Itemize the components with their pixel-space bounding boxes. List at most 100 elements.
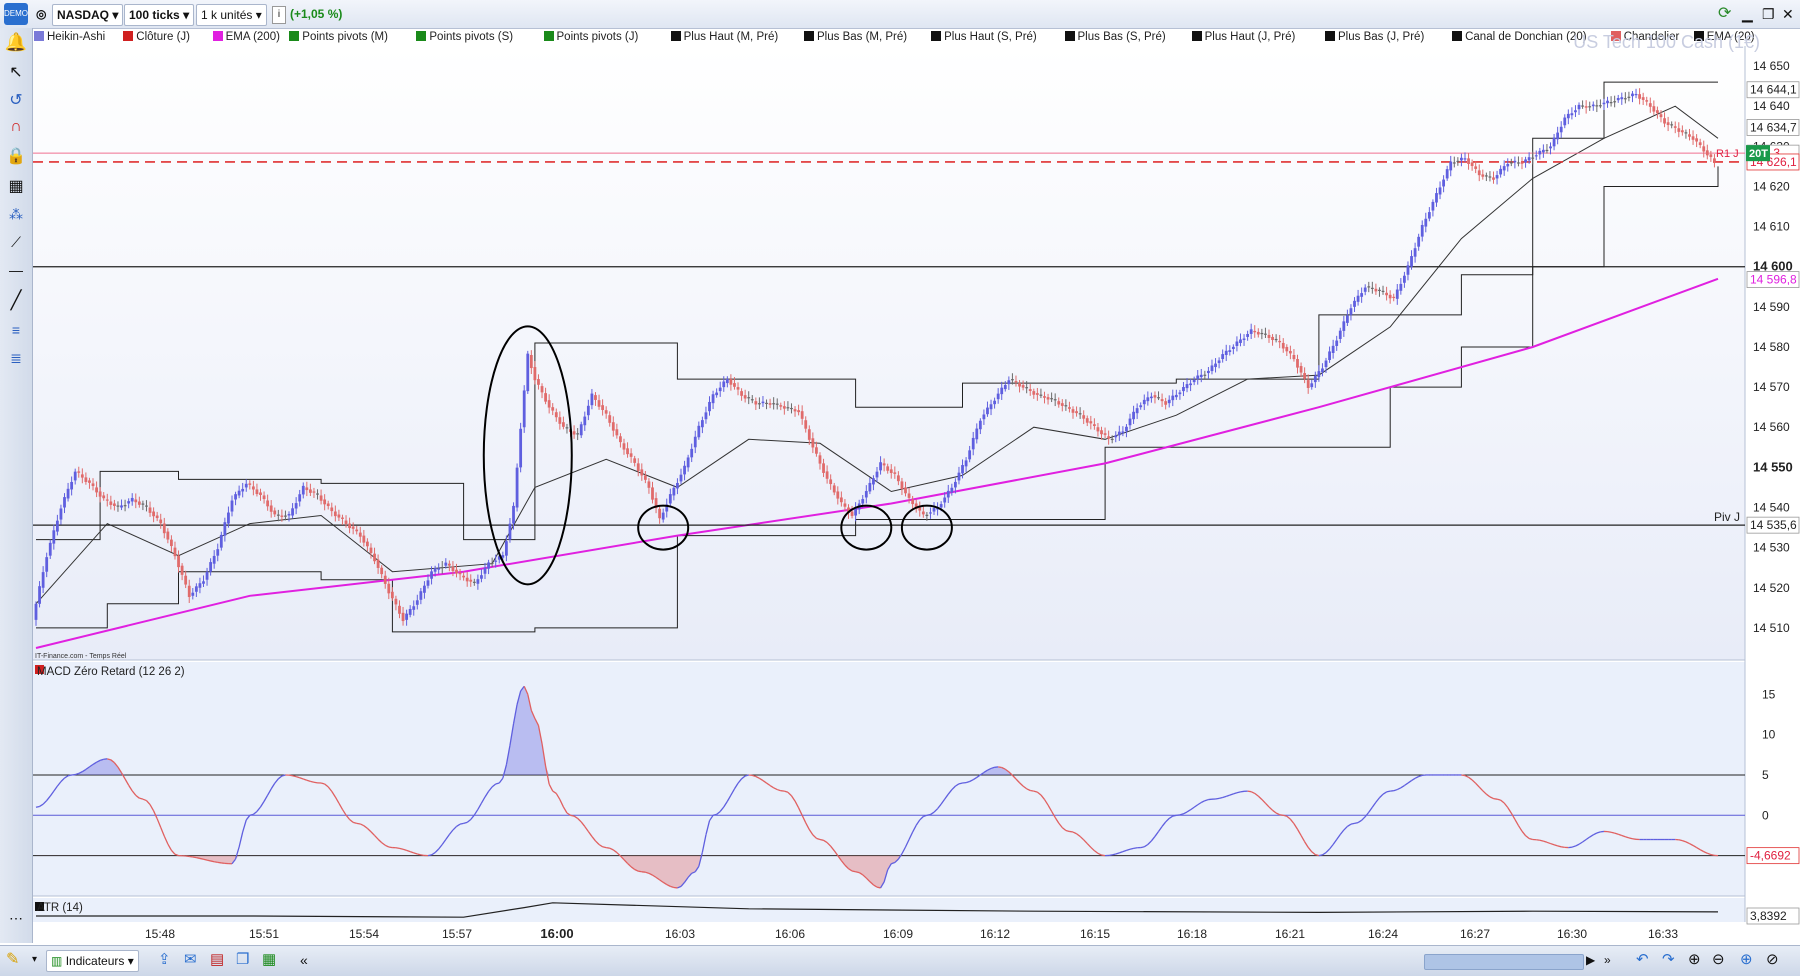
candle-body [1613, 101, 1616, 102]
zoom-in-icon[interactable]: ⊕ [1740, 950, 1753, 970]
candle-body [476, 579, 479, 584]
candle-body [1121, 431, 1124, 433]
candle-body [1403, 276, 1406, 283]
scroll-right-icon[interactable]: ▶ [1586, 950, 1595, 970]
window-icon[interactable]: ❐ [236, 950, 249, 970]
share-icon[interactable]: ⇪ [158, 950, 171, 970]
candle-body [437, 568, 440, 569]
grid-icon[interactable]: ▦ [262, 950, 276, 970]
candle-body [1585, 106, 1588, 108]
candle-body [441, 567, 444, 568]
candle-body [680, 475, 683, 482]
scroll-end-icon[interactable]: » [1604, 950, 1611, 970]
draw-tool-icon[interactable]: ✎ [6, 950, 19, 970]
redo-icon[interactable]: ↷ [1662, 950, 1675, 970]
candle-body [1072, 409, 1075, 413]
candle-body [1107, 436, 1110, 438]
comment-icon[interactable]: ✉ [184, 950, 197, 970]
calculator-icon[interactable]: ▤ [210, 950, 224, 970]
macd-line-segment [638, 871, 642, 872]
candle-body [908, 493, 911, 497]
y-tick-label: 14 590 [1753, 300, 1790, 314]
candle-body [1592, 105, 1595, 107]
candle-body [797, 410, 800, 412]
candle-body [587, 406, 590, 415]
candle-body [1100, 430, 1103, 434]
candle-body [598, 400, 601, 407]
candle-body [181, 566, 184, 575]
candle-body [263, 495, 266, 499]
candle-body [216, 549, 219, 555]
zoom-reset-icon[interactable]: ⊘ [1766, 950, 1779, 970]
candle-body [423, 586, 426, 593]
x-tick-label: 16:24 [1368, 927, 1398, 941]
scroll-left-icon[interactable]: « [300, 950, 308, 970]
candle-body [231, 501, 234, 512]
x-tick-label: 16:03 [665, 927, 695, 941]
candle-body [533, 367, 536, 380]
candle-body [434, 568, 437, 572]
candle-body [754, 401, 757, 404]
zoom-out-icon[interactable]: ⊖ [1712, 950, 1725, 970]
candle-body [722, 382, 725, 388]
candle-body [512, 506, 515, 524]
candle-body [1186, 384, 1189, 388]
horizontal-scrollbar[interactable] [1424, 954, 1584, 970]
macd-line-segment [1536, 840, 1540, 841]
x-tick-label: 16:27 [1460, 927, 1490, 941]
candle-body [840, 497, 843, 502]
candle-body [612, 422, 615, 430]
y-tick-label: 14 560 [1753, 420, 1790, 434]
candle-body [929, 512, 932, 513]
price-tag-label: 14 535,6 [1750, 518, 1797, 532]
candle-body [526, 354, 529, 391]
candle-body [594, 395, 597, 400]
candle-body [1374, 289, 1377, 292]
candle-body [1528, 157, 1531, 160]
macd-line-segment [1141, 847, 1145, 848]
chevron-down-icon[interactable]: ▾ [32, 950, 37, 970]
candle-body [1417, 237, 1420, 247]
macd-line-segment [1030, 791, 1034, 792]
macd-line-segment [606, 848, 610, 849]
candle-body [1093, 424, 1096, 426]
candle-body [448, 564, 451, 566]
candle-body [715, 393, 718, 396]
macd-line-segment [1248, 791, 1252, 792]
candle-body [245, 484, 248, 488]
candle-body [313, 491, 316, 492]
candle-body [1139, 405, 1142, 407]
candle-body [1610, 102, 1613, 103]
candle-body [776, 404, 779, 405]
candle-body [99, 491, 102, 496]
candle-body [345, 521, 348, 524]
candle-body [469, 580, 472, 582]
candle-body [1082, 415, 1085, 418]
candle-body [159, 520, 162, 524]
candle-body [644, 475, 647, 479]
candle-body [284, 516, 287, 517]
candle-body [844, 503, 847, 506]
undo-icon[interactable]: ↶ [1636, 950, 1649, 970]
x-tick-label: 16:21 [1275, 927, 1305, 941]
macd-line-segment [1240, 791, 1244, 792]
zoom-fit-icon[interactable]: ⊕ [1688, 950, 1701, 970]
candle-body [804, 420, 807, 428]
candle-body [1154, 395, 1157, 397]
candle-body [387, 584, 390, 594]
candle-body [206, 572, 209, 580]
candle-body [1460, 158, 1463, 161]
indicators-button[interactable]: ▥ Indicateurs ▾ [46, 950, 139, 972]
candle-body [277, 515, 280, 516]
candle-body [922, 512, 925, 515]
candle-body [1549, 146, 1552, 148]
chart-area[interactable]: 14 65014 64014 63014 62014 61014 60014 5… [0, 0, 1800, 945]
candle-body [1339, 331, 1342, 339]
macd-tick-label: 5 [1762, 768, 1769, 782]
candle-body [1606, 101, 1609, 103]
macd-line-segment [927, 815, 931, 816]
candle-body [1000, 388, 1003, 394]
candle-body [362, 536, 365, 543]
macd-line-segment [428, 855, 432, 856]
candle-body [184, 576, 187, 585]
